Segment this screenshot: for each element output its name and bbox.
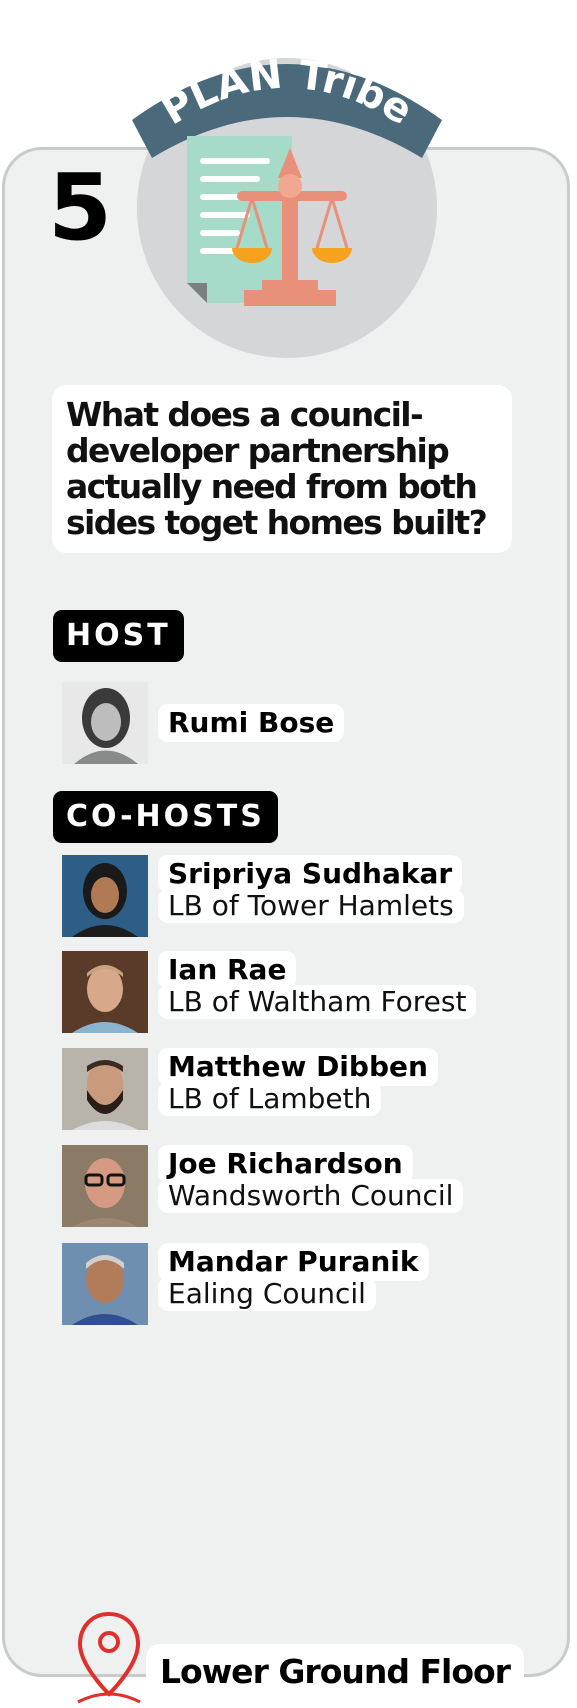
cohost-name: Joe Richardson	[158, 1145, 413, 1183]
session-question: What does a council-developer partnershi…	[52, 385, 512, 553]
question-text: What does a council-developer partnershi…	[66, 395, 488, 542]
cohost-name: Ian Rae	[158, 951, 297, 989]
cohosts-label: CO-HOSTS	[53, 791, 278, 843]
session-number: 5	[48, 154, 113, 261]
cohost-org: LB of Lambeth	[158, 1082, 382, 1116]
location: Lower Ground Floor	[76, 1610, 524, 1708]
cohost-name: Matthew Dibben	[158, 1048, 438, 1086]
cohost-org: LB of Waltham Forest	[158, 985, 477, 1019]
cohost-name: Mandar Puranik	[158, 1243, 429, 1281]
host-label: HOST	[53, 610, 184, 662]
avatar	[62, 855, 148, 937]
cohost-org: Wandsworth Council	[158, 1179, 464, 1213]
cohost-org: Ealing Council	[158, 1277, 376, 1311]
avatar	[62, 1145, 148, 1227]
map-pin-icon	[77, 1611, 141, 1704]
host-name: Rumi Bose	[158, 704, 345, 742]
avatar	[62, 951, 148, 1033]
cohost-org: LB of Tower Hamlets	[158, 889, 464, 923]
location-label: Lower Ground Floor	[146, 1644, 524, 1700]
cohost-name: Sripriya Sudhakar	[158, 855, 463, 893]
plan-tribe-badge: PLAN Tribe	[122, 28, 452, 358]
avatar	[62, 682, 148, 764]
avatar	[62, 1243, 148, 1325]
avatar	[62, 1048, 148, 1130]
